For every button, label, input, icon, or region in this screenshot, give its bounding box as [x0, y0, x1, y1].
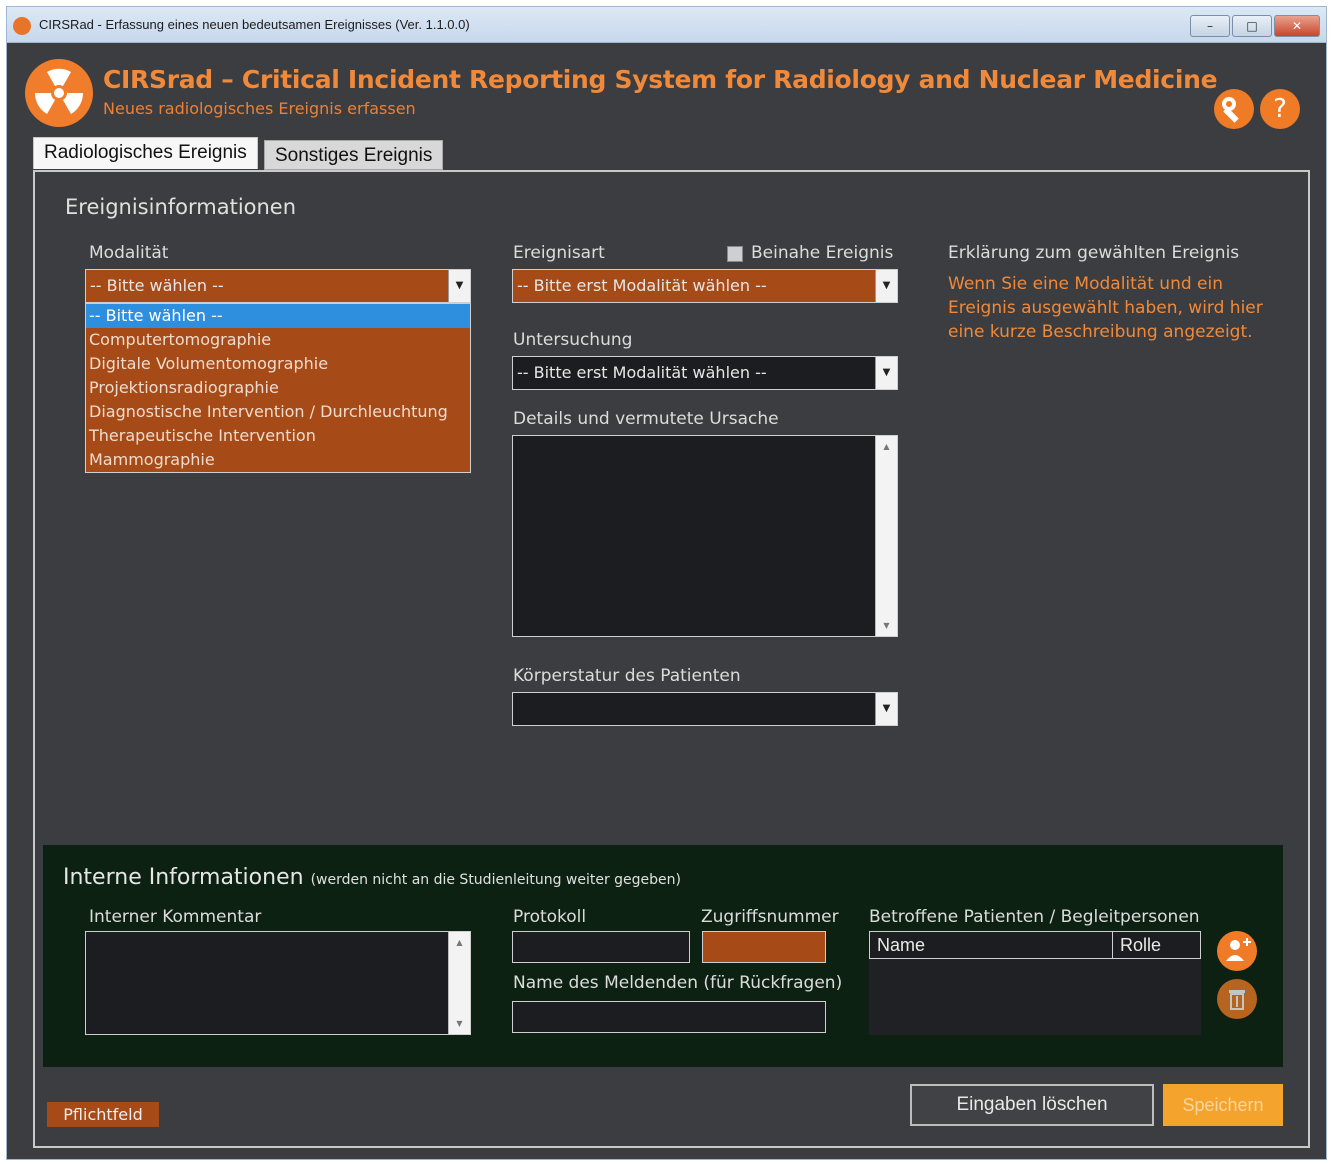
- scroll-down-icon[interactable]: ▼: [876, 621, 897, 630]
- clear-inputs-button[interactable]: Eingaben löschen: [910, 1084, 1154, 1126]
- close-button[interactable]: ✕: [1274, 15, 1320, 37]
- title-bar: CIRSRad - Erfassung eines neuen bedeutsa…: [7, 7, 1326, 43]
- explanation-text: Wenn Sie eine Modalität und ein Ereignis…: [948, 274, 1263, 342]
- examination-label: Untersuchung: [513, 330, 633, 350]
- internal-info-section: Interne Informationen (werden nicht an d…: [43, 845, 1283, 1067]
- scroll-up-icon[interactable]: ▲: [876, 442, 897, 451]
- internal-title-text: Interne Informationen: [63, 865, 304, 890]
- table-header: Name Rolle: [869, 931, 1201, 959]
- internal-title-note: (werden nicht an die Studienleitung weit…: [310, 872, 682, 888]
- dropdown-option[interactable]: Computertomographie: [86, 328, 470, 352]
- reporter-name-label: Name des Meldenden (für Rückfragen): [513, 973, 843, 993]
- chevron-down-icon[interactable]: ▼: [875, 270, 897, 302]
- details-textarea[interactable]: ▲ ▼: [512, 435, 898, 637]
- explanation-label: Erklärung zum gewählten Ereignis: [948, 243, 1240, 263]
- dropdown-option[interactable]: Diagnostische Intervention / Durchleucht…: [86, 400, 470, 424]
- radiation-logo-icon: [25, 59, 93, 127]
- scroll-up-icon[interactable]: ▲: [449, 938, 470, 947]
- details-label: Details und vermutete Ursache: [513, 409, 779, 429]
- event-type-label: Ereignisart: [513, 243, 605, 263]
- trash-icon: [1229, 990, 1245, 1010]
- protocol-field[interactable]: [512, 931, 690, 963]
- details-scrollbar[interactable]: ▲ ▼: [875, 436, 897, 636]
- dropdown-option[interactable]: -- Bitte wählen --: [86, 304, 470, 328]
- column-header-name[interactable]: Name: [877, 932, 925, 958]
- wrench-icon: [1222, 97, 1239, 123]
- chevron-down-icon[interactable]: ▼: [875, 357, 897, 389]
- app-radiation-icon: [13, 17, 31, 35]
- event-type-select[interactable]: -- Bitte erst Modalität wählen -- ▼: [512, 269, 898, 303]
- required-field-legend: Pflichtfeld: [47, 1102, 159, 1127]
- comment-scrollbar[interactable]: ▲ ▼: [448, 932, 470, 1034]
- near-miss-label: Beinahe Ereignis: [751, 243, 894, 263]
- help-button[interactable]: ?: [1260, 89, 1300, 129]
- affected-persons-table[interactable]: Name Rolle: [869, 931, 1201, 1035]
- scroll-down-icon[interactable]: ▼: [449, 1019, 470, 1028]
- application-window: CIRSRad - Erfassung eines neuen bedeutsa…: [6, 6, 1327, 1160]
- affected-persons-label: Betroffene Patienten / Begleitpersonen: [869, 907, 1200, 927]
- add-person-icon: [1226, 938, 1251, 961]
- dropdown-option[interactable]: Therapeutische Intervention: [86, 424, 470, 448]
- dropdown-option[interactable]: Digitale Volumentomographie: [86, 352, 470, 376]
- body-stature-select[interactable]: ▼: [512, 692, 898, 726]
- event-type-value: -- Bitte erst Modalität wählen --: [517, 276, 767, 295]
- internal-comment-textarea[interactable]: ▲ ▼: [85, 931, 471, 1035]
- examination-select[interactable]: -- Bitte erst Modalität wählen -- ▼: [512, 356, 898, 390]
- dropdown-option[interactable]: Projektionsradiographie: [86, 376, 470, 400]
- protocol-label: Protokoll: [513, 907, 587, 927]
- window-title: CIRSRad - Erfassung eines neuen bedeutsa…: [39, 17, 470, 32]
- access-number-field[interactable]: [702, 931, 826, 963]
- add-person-button[interactable]: [1217, 931, 1257, 971]
- tab-other-event[interactable]: Sonstiges Ereignis: [264, 140, 444, 170]
- modality-value: -- Bitte wählen --: [90, 276, 224, 295]
- column-header-role[interactable]: Rolle: [1120, 932, 1161, 958]
- minimize-button[interactable]: –: [1190, 15, 1230, 37]
- modality-dropdown-list: -- Bitte wählen -- Computertomographie D…: [85, 303, 471, 473]
- settings-wrench-button[interactable]: [1214, 89, 1254, 129]
- body-stature-label: Körperstatur des Patienten: [513, 666, 741, 686]
- dropdown-option[interactable]: Mammographie: [86, 448, 470, 472]
- event-info-title: Ereignisinformationen: [65, 195, 297, 219]
- modality-label: Modalität: [89, 243, 169, 263]
- chevron-down-icon[interactable]: ▼: [875, 693, 897, 725]
- tab-radiological-event[interactable]: Radiologisches Ereignis: [33, 137, 258, 169]
- modality-select[interactable]: -- Bitte wählen -- ▼: [85, 269, 471, 303]
- access-number-label: Zugriffsnummer: [701, 907, 839, 927]
- app-title: CIRSrad – Critical Incident Reporting Sy…: [103, 65, 1218, 94]
- column-divider: [1112, 932, 1113, 958]
- reporter-name-field[interactable]: [512, 1001, 826, 1033]
- app-subtitle: Neues radiologisches Ereignis erfassen: [103, 99, 416, 118]
- examination-value: -- Bitte erst Modalität wählen --: [517, 363, 767, 382]
- maximize-button[interactable]: □: [1232, 15, 1272, 37]
- chevron-down-icon[interactable]: ▼: [448, 270, 470, 302]
- delete-person-button[interactable]: [1217, 979, 1257, 1019]
- near-miss-checkbox[interactable]: [727, 246, 743, 262]
- internal-comment-label: Interner Kommentar: [89, 907, 262, 927]
- save-button[interactable]: Speichern: [1163, 1084, 1283, 1126]
- internal-info-title: Interne Informationen (werden nicht an d…: [63, 865, 681, 890]
